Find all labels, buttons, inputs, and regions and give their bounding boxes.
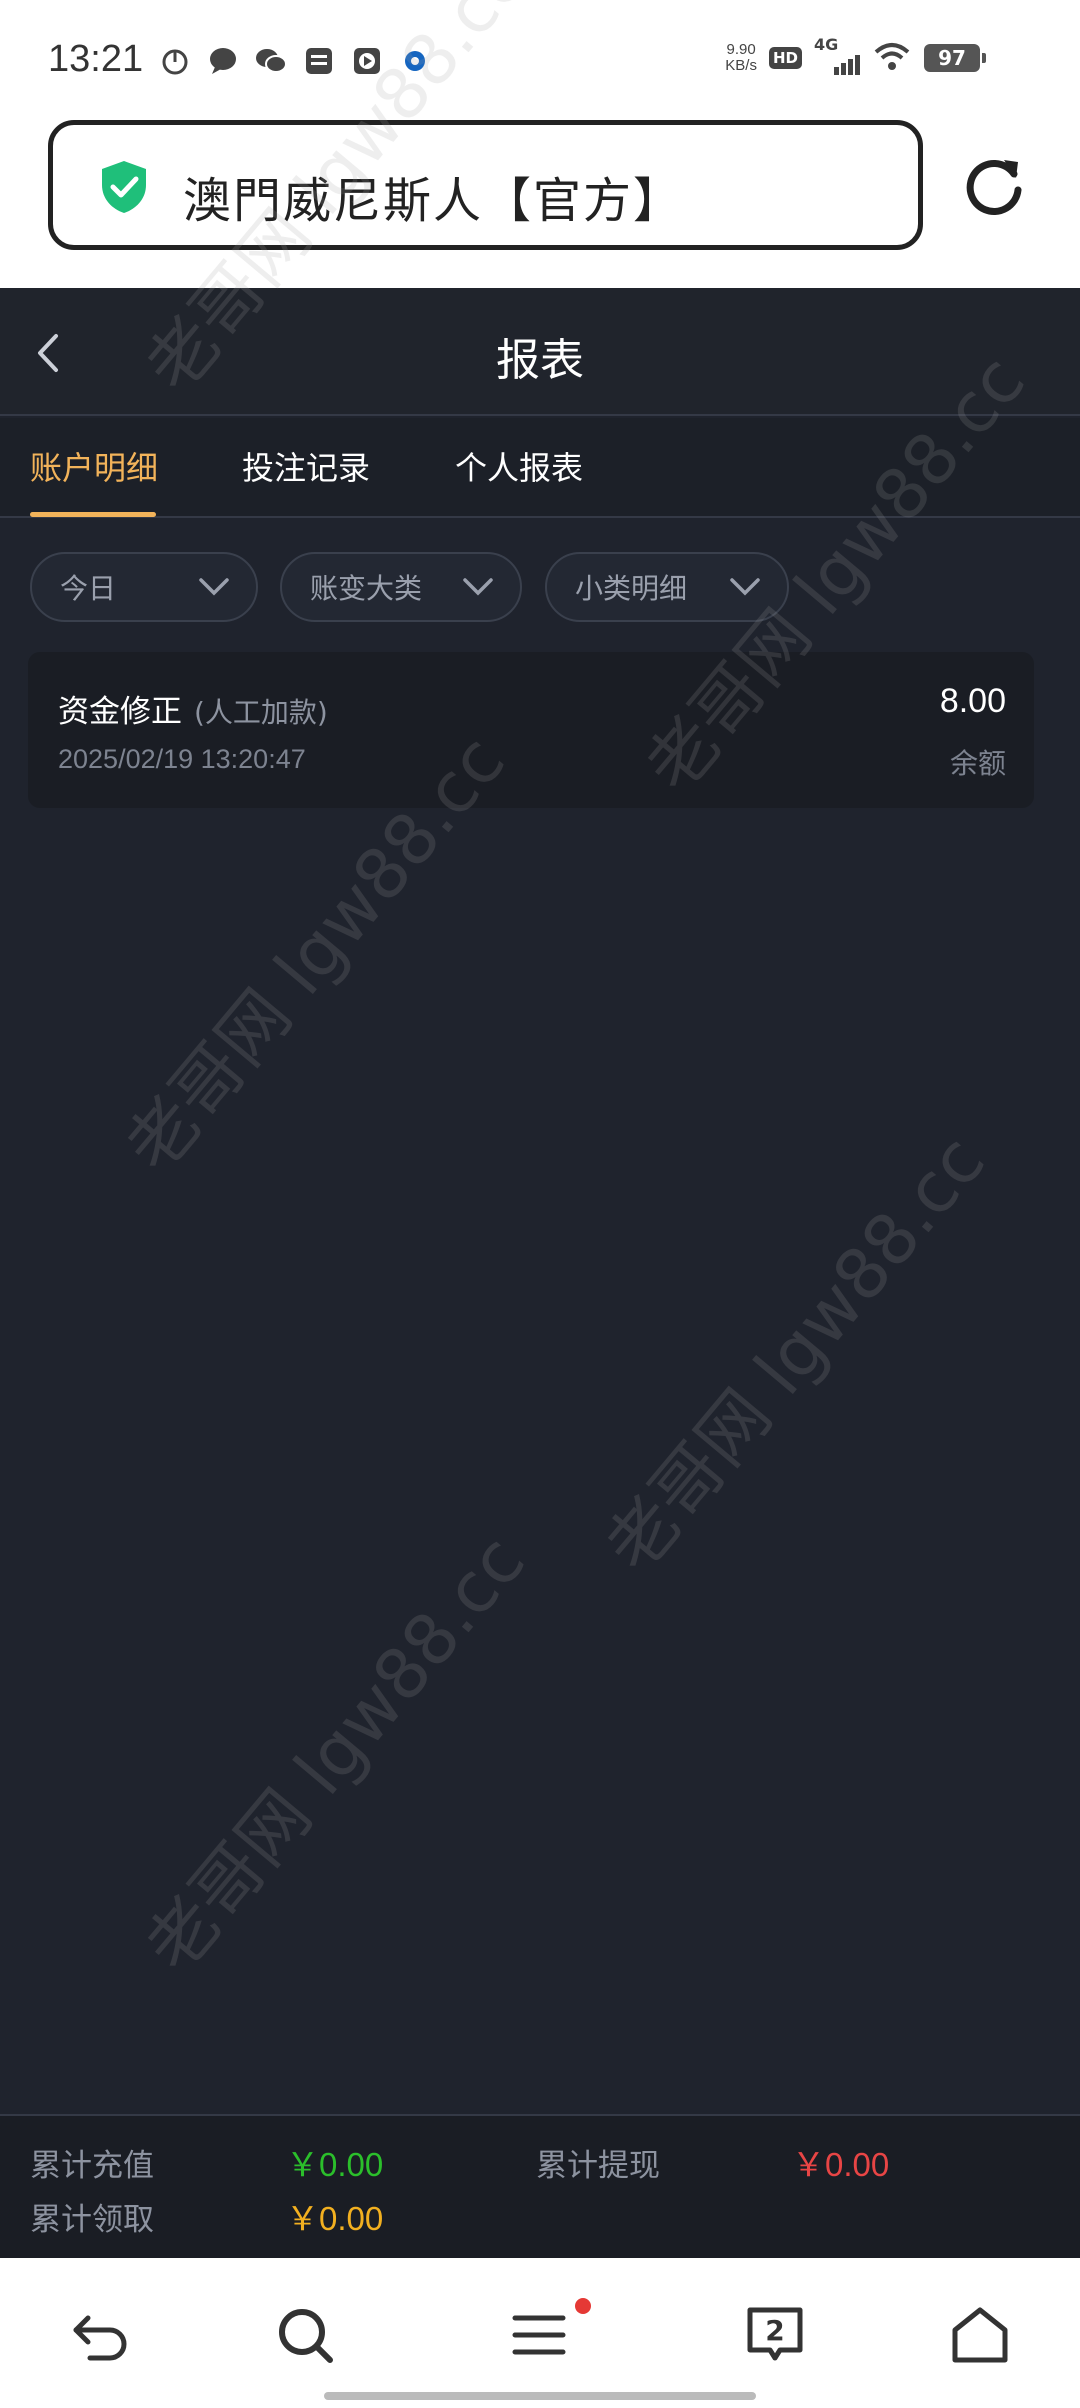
hd-badge: HD (768, 47, 802, 69)
filter-date-label: 今日 (60, 572, 117, 605)
video-icon (350, 44, 384, 78)
menu-icon[interactable] (505, 2300, 575, 2370)
chevron-down-icon (463, 578, 493, 596)
status-right: 9.90 KB/s HD 4G 97 (725, 35, 986, 76)
net-speed-value: 9.90 (726, 41, 756, 58)
record-time: 2025/02/19 13:20:47 (58, 744, 306, 774)
filter-date[interactable]: 今日 (30, 552, 258, 622)
wechat-icon (254, 44, 288, 78)
recharge-label: 累计充值 (30, 2148, 154, 2184)
app-notification-icon (398, 44, 432, 78)
wifi-icon (872, 40, 912, 76)
claim-label: 累计领取 (30, 2202, 154, 2238)
reload-icon[interactable] (958, 150, 1030, 222)
notification-icons (158, 44, 432, 78)
record-card[interactable]: 资金修正 (人工加款) 2025/02/19 13:20:47 8.00 余额 (28, 652, 1034, 808)
app-header: 报表 (0, 288, 1080, 416)
filter-subcategory[interactable]: 小类明细 (545, 552, 789, 622)
chevron-down-icon (199, 578, 229, 596)
chevron-down-icon (730, 578, 760, 596)
filter-category-label: 账变大类 (310, 572, 423, 605)
home-icon[interactable] (945, 2300, 1015, 2370)
filter-subcategory-label: 小类明细 (575, 572, 688, 605)
battery-indicator: 97 (924, 44, 986, 72)
active-tab-indicator (30, 512, 156, 517)
filter-bar: 今日 账变大类 小类明细 (0, 552, 1080, 628)
signal-icon: 4G (814, 35, 860, 75)
home-indicator[interactable] (324, 2392, 756, 2400)
net-speed-unit: KB/s (725, 57, 757, 74)
tab-bet-records[interactable]: 投注记录 (242, 418, 370, 518)
claim-value: ￥0.00 (286, 2200, 384, 2237)
record-type: 资金修正 (58, 694, 182, 730)
record-title: 资金修正 (人工加款) (58, 686, 328, 731)
status-time: 13:21 (48, 38, 144, 80)
search-icon[interactable] (270, 2300, 340, 2370)
status-bar: 13:21 9.90 KB/s HD 4G 97 (0, 0, 1080, 120)
tab-personal-report[interactable]: 个人报表 (455, 418, 583, 518)
withdraw-label: 累计提现 (536, 2148, 660, 2184)
url-bar[interactable]: 澳門威尼斯人【官方】 (48, 120, 923, 250)
record-balance-label: 余额 (949, 747, 1006, 780)
page-title: 报表 (496, 335, 584, 386)
chat-bubble-icon (206, 44, 240, 78)
shield-check-icon (102, 161, 146, 213)
network-type: 4G (814, 35, 839, 54)
back-arrow-icon[interactable] (66, 2300, 136, 2370)
site-title: 澳門威尼斯人【官方】 (183, 173, 684, 229)
tabs-icon[interactable]: 2 (740, 2300, 810, 2370)
app-container: 报表 账户明细 投注记录 个人报表 今日 账变大类 小类明细 资金修正 (人工加款… (0, 288, 1080, 2258)
tab-bar: 账户明细 投注记录 个人报表 (0, 418, 1080, 518)
withdraw-value: ￥0.00 (792, 2146, 890, 2183)
record-amount: 8.00 (939, 682, 1006, 720)
net-speed: 9.90 KB/s (725, 42, 757, 74)
sync-icon (158, 44, 192, 78)
storage-icon (302, 44, 336, 78)
recharge-value: ￥0.00 (286, 2146, 384, 2183)
notification-dot (575, 2298, 591, 2314)
tab-count: 2 (765, 2314, 785, 2347)
filter-category[interactable]: 账变大类 (280, 552, 522, 622)
browser-bottom-nav: 2 (0, 2258, 1080, 2408)
record-tag: (人工加款) (194, 696, 328, 729)
tab-account-detail[interactable]: 账户明细 (30, 418, 158, 518)
summary-panel: 累计充值 ￥0.00 累计提现 ￥0.00 累计领取 ￥0.00 (0, 2114, 1080, 2258)
